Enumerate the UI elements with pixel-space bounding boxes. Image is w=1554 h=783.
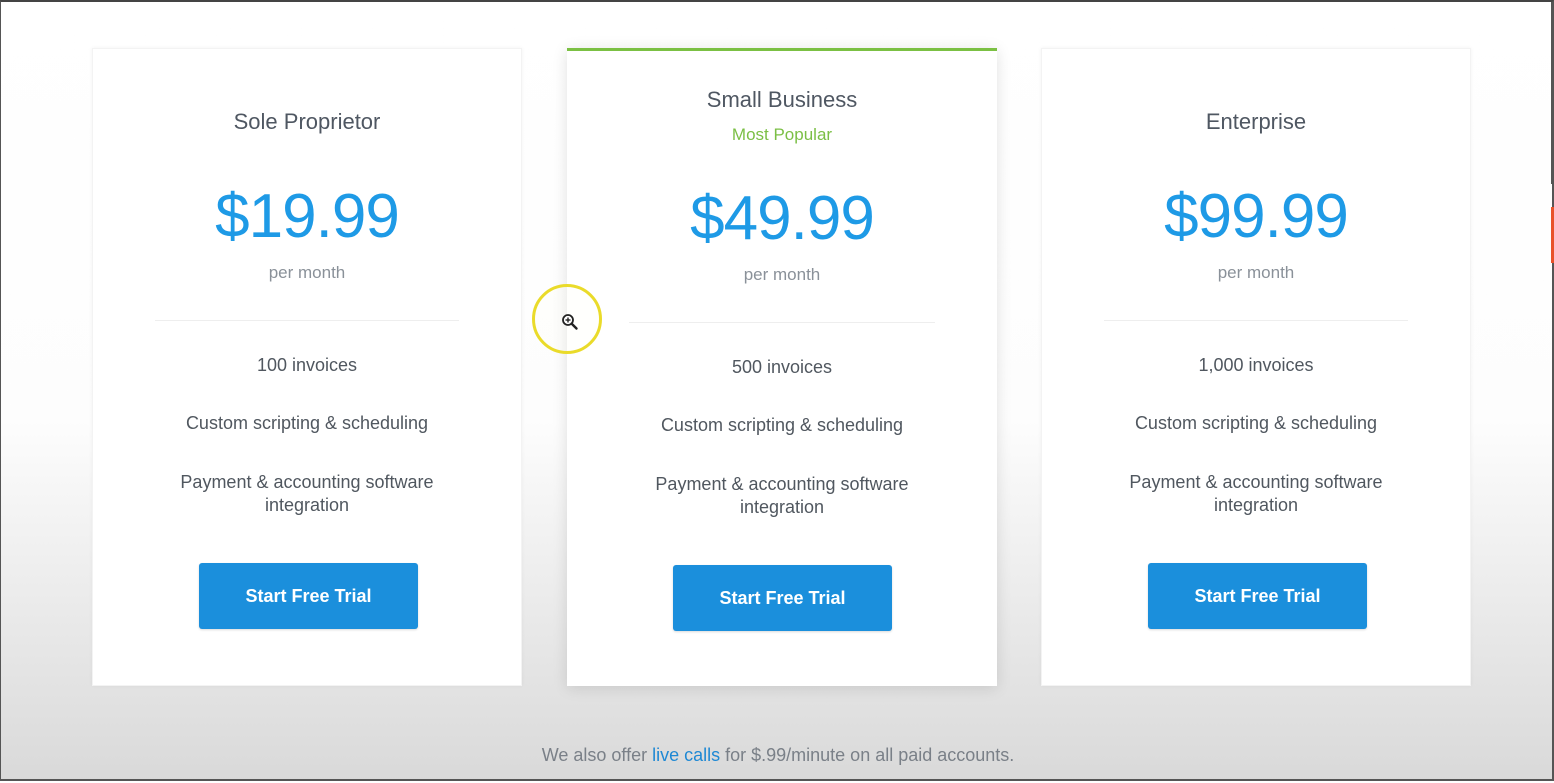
feature-integration: Payment & accounting software integratio… (1129, 472, 1383, 515)
window-edge (1551, 2, 1553, 184)
plan-name: Small Business (706, 87, 858, 112)
plan-card-small-business: Small Business Most Popular $49.99 per m… (567, 48, 997, 686)
plan-price: $99.99 (1164, 182, 1349, 251)
footnote-prefix: We also offer (541, 745, 653, 765)
plan-price: $49.99 (690, 184, 875, 253)
divider (155, 320, 459, 321)
start-free-trial-button[interactable]: Start Free Trial (199, 563, 418, 629)
cursor-highlight (532, 284, 602, 354)
feature-scripting: Custom scripting & scheduling (1134, 413, 1378, 433)
plan-name: Sole Proprietor (233, 109, 381, 134)
pricing-footnote: We also offer live calls for $.99/minute… (1, 745, 1554, 766)
plan-card-sole-proprietor: Sole Proprietor $19.99 per month 100 inv… (92, 48, 522, 686)
zoom-in-icon (562, 314, 578, 330)
feature-scripting: Custom scripting & scheduling (660, 415, 904, 435)
most-popular-badge: Most Popular (731, 125, 833, 144)
plan-period: per month (268, 263, 346, 282)
start-free-trial-button[interactable]: Start Free Trial (673, 565, 892, 631)
divider (629, 322, 935, 323)
feature-integration: Payment & accounting software integratio… (655, 474, 909, 517)
plan-period: per month (1217, 263, 1295, 282)
pricing-section: Sole Proprietor $19.99 per month 100 inv… (1, 2, 1554, 783)
footnote-suffix: for $.99/minute on all paid accounts. (720, 745, 1015, 765)
feature-invoices: 500 invoices (731, 357, 833, 377)
live-calls-link[interactable]: live calls (652, 745, 720, 765)
feature-scripting: Custom scripting & scheduling (185, 413, 429, 433)
feature-integration: Payment & accounting software integratio… (180, 472, 434, 515)
plan-period: per month (743, 265, 821, 284)
start-free-trial-button[interactable]: Start Free Trial (1148, 563, 1367, 629)
feature-invoices: 1,000 invoices (1198, 355, 1314, 375)
plan-card-enterprise: Enterprise $99.99 per month 1,000 invoic… (1041, 48, 1471, 686)
plan-price: $19.99 (215, 182, 400, 251)
plan-name: Enterprise (1205, 109, 1307, 134)
divider (1104, 320, 1408, 321)
feature-invoices: 100 invoices (256, 355, 358, 375)
